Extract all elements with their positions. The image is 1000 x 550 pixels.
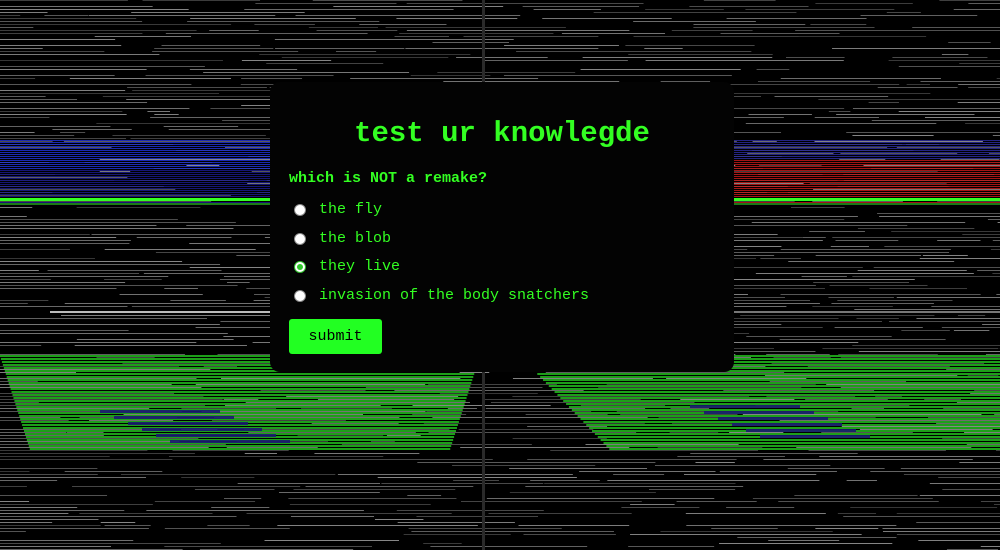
quiz-panel: test ur knowlegde which is NOT a remake?… (270, 82, 734, 372)
option-the-blob[interactable]: the blob (289, 225, 589, 254)
quiz-title: test ur knowlegde (354, 117, 650, 150)
radio-the-blob[interactable] (294, 232, 306, 245)
radio-the-fly[interactable] (294, 204, 306, 217)
quiz-question: which is NOT a remake? (289, 170, 488, 187)
option-label: the fly (319, 201, 383, 219)
option-the-fly[interactable]: the fly (289, 196, 589, 225)
option-they-live[interactable]: they live (289, 253, 589, 282)
answer-options: the fly the blob they live invasion of t… (289, 196, 589, 310)
option-label: they live (319, 258, 401, 276)
submit-button[interactable]: submit (289, 319, 382, 354)
radio-invasion-of-the-body-snatchers[interactable] (294, 289, 306, 302)
option-label: the blob (319, 229, 392, 247)
radio-they-live[interactable] (294, 261, 306, 274)
option-label: invasion of the body snatchers (319, 286, 590, 304)
option-invasion-of-the-body-snatchers[interactable]: invasion of the body snatchers (289, 282, 589, 311)
